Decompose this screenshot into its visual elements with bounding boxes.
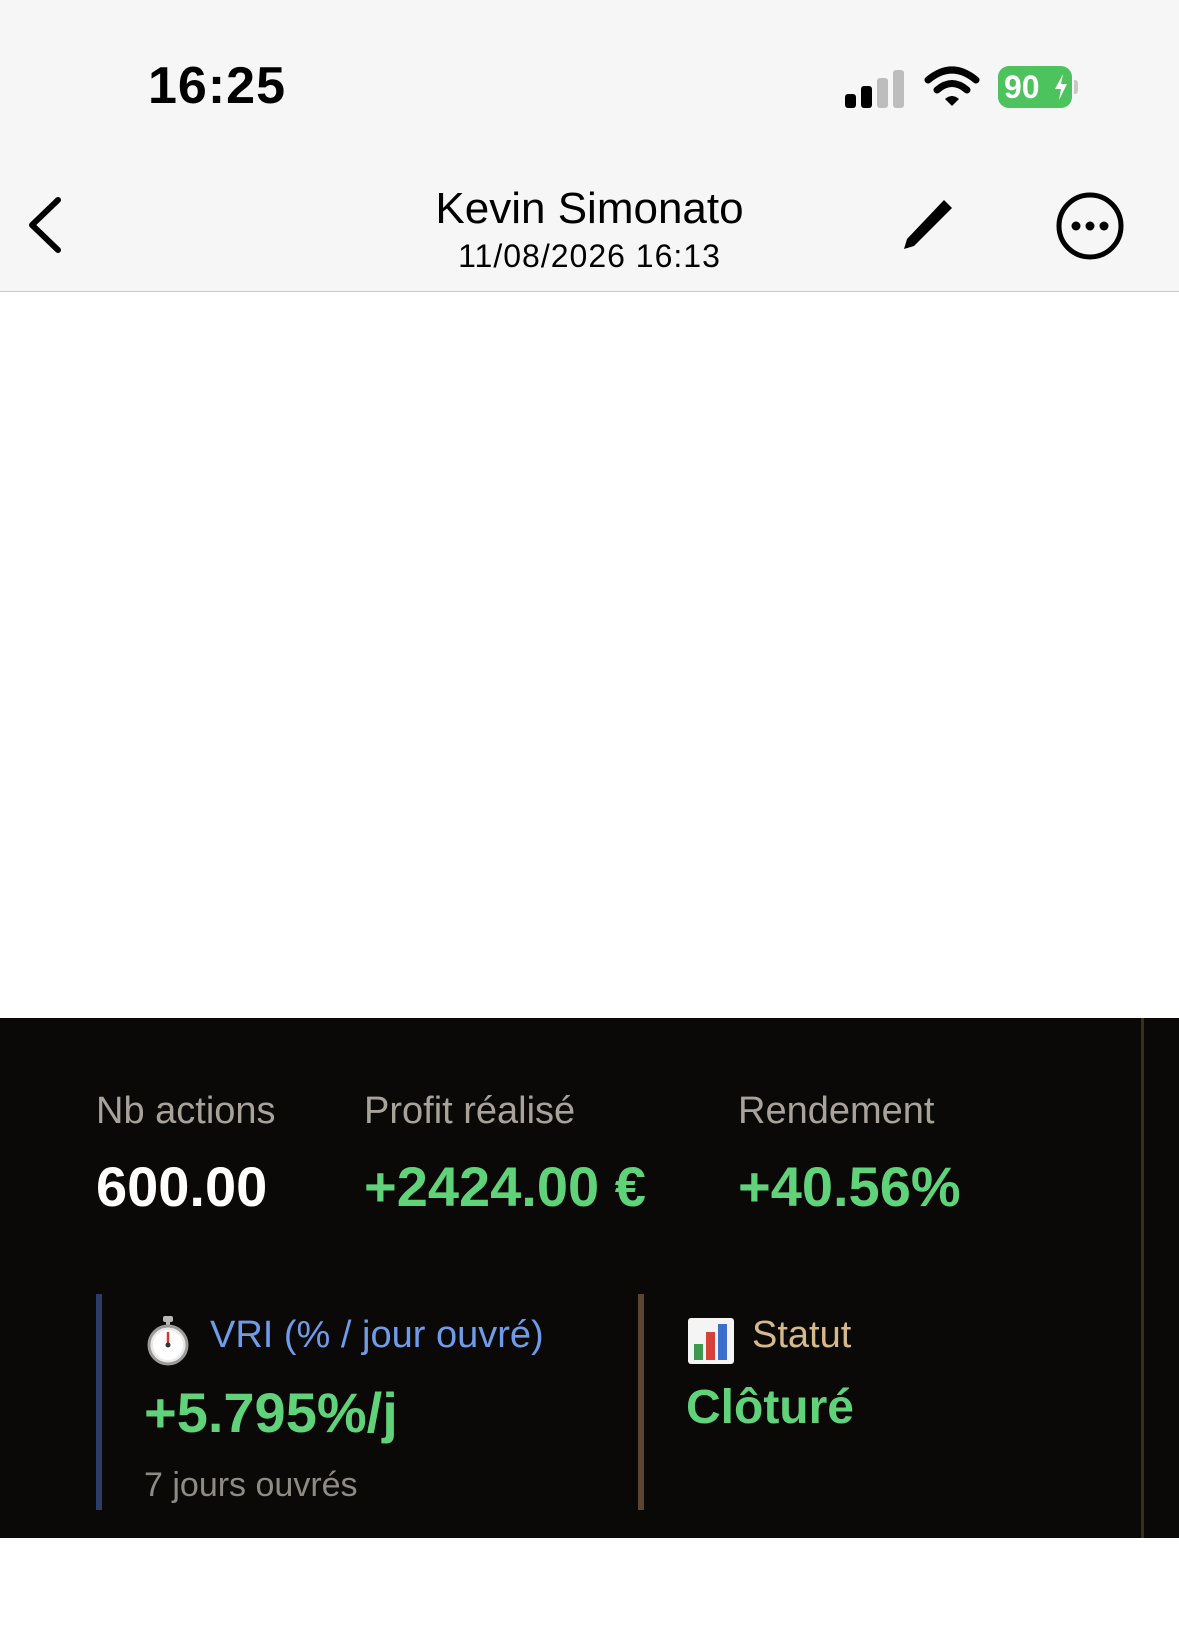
vri-card: VRI (% / jour ouvré) +5.795%/j 7 jours o… xyxy=(96,1294,552,1510)
metric-value-nb-actions: 600.00 xyxy=(96,1155,268,1218)
statut-label: Statut xyxy=(752,1314,852,1356)
panel-edge xyxy=(1141,1018,1144,1538)
pencil-icon[interactable] xyxy=(896,192,960,256)
metric-value-rendement: +40.56% xyxy=(738,1155,961,1218)
vri-value: +5.795%/j xyxy=(144,1381,398,1444)
stopwatch-icon xyxy=(147,1316,189,1366)
status-time: 16:25 xyxy=(148,57,286,115)
statut-card: Statut Clôturé xyxy=(638,1294,1044,1510)
results-panel: Nb actions 600.00 Profit réalisé +2424.0… xyxy=(0,1018,1179,1538)
vri-subtitle: 7 jours ouvrés xyxy=(144,1466,358,1504)
metric-label-nb-actions: Nb actions xyxy=(96,1090,276,1132)
more-icon[interactable] xyxy=(1054,190,1126,262)
statut-value: Clôturé xyxy=(686,1381,854,1434)
status-bar: 16:25 90 xyxy=(0,0,1179,160)
wifi-icon xyxy=(924,66,980,106)
nav-title: Kevin Simonato xyxy=(435,184,744,233)
metric-label-rendement: Rendement xyxy=(738,1090,935,1132)
bolt-icon xyxy=(1055,74,1067,100)
vri-label: VRI (% / jour ouvré) xyxy=(210,1314,544,1356)
battery-tip xyxy=(1074,80,1078,94)
metric-label-profit: Profit réalisé xyxy=(364,1090,576,1132)
cellular-signal-icon xyxy=(845,68,905,108)
battery-charging-icon: 90 xyxy=(998,66,1078,108)
nav-bar: Kevin Simonato 11/08/2026 16:13 xyxy=(0,160,1179,292)
bar-chart-icon xyxy=(688,1318,734,1364)
screen: 16:25 90 Kevin Simonato 11/08/2026 16:13 xyxy=(0,0,1179,1650)
metric-value-profit: +2424.00 € xyxy=(364,1155,646,1218)
nav-subtitle: 11/08/2026 16:13 xyxy=(458,238,721,274)
